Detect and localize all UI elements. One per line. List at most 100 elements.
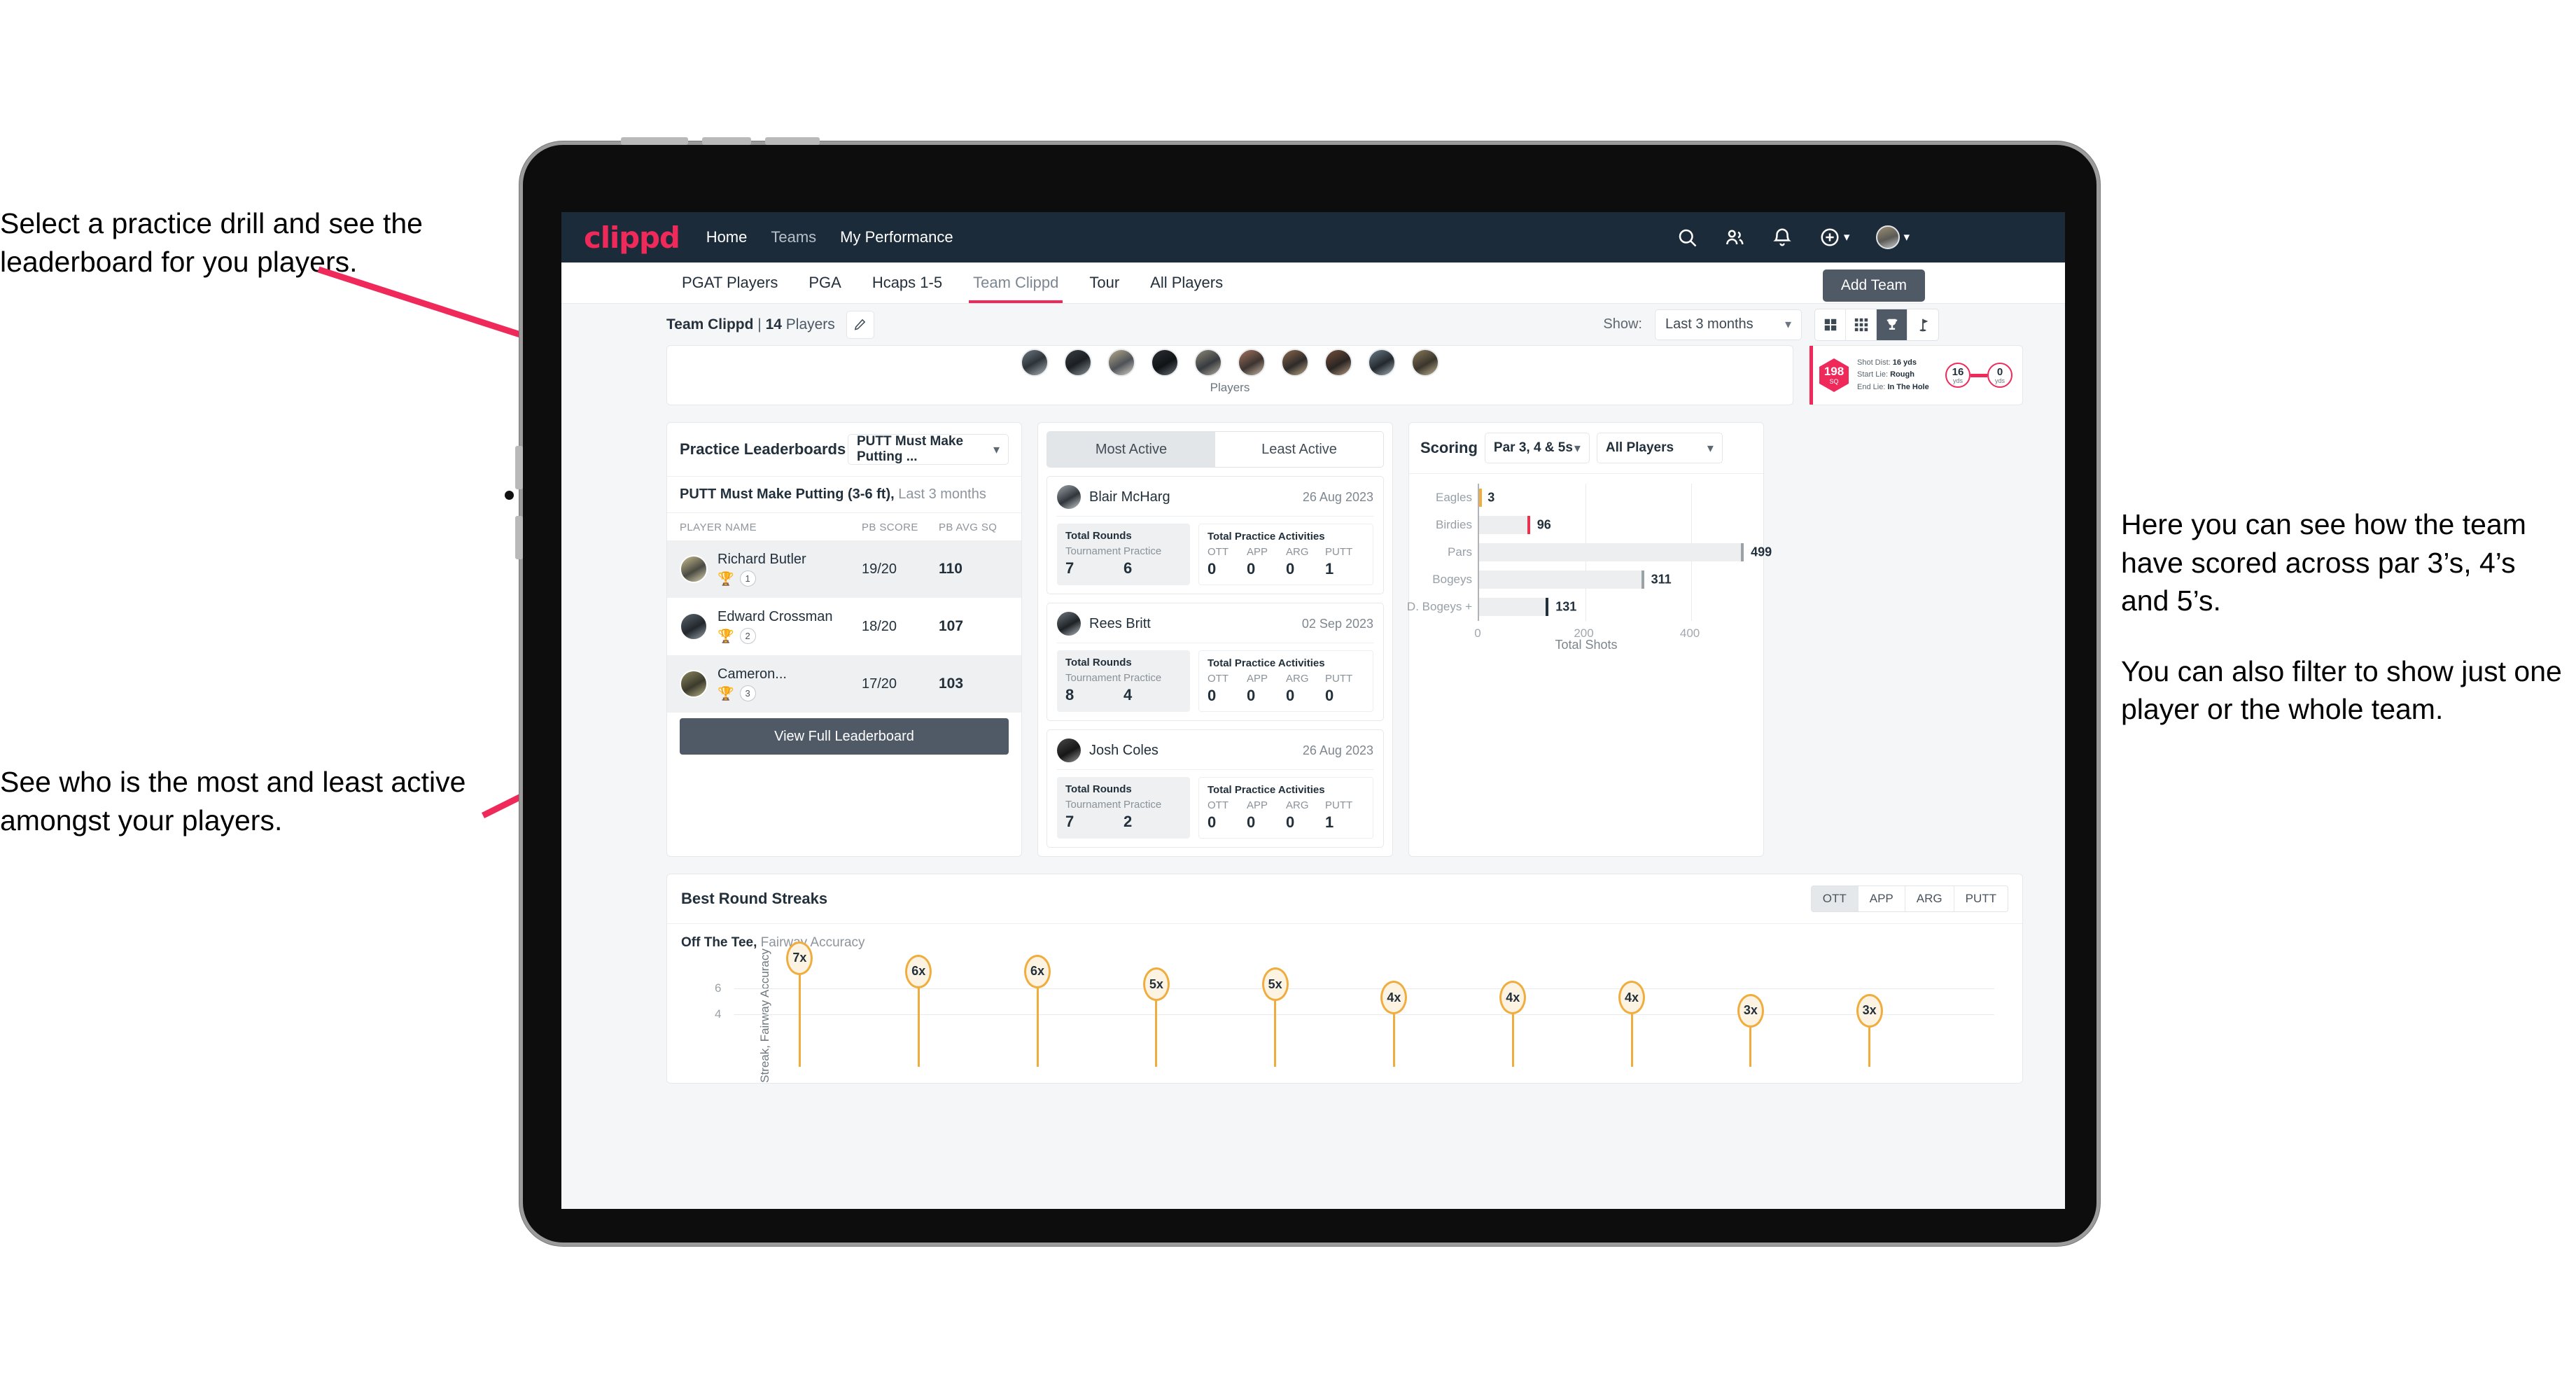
streaks-header: Best Round Streaks OTT APP ARG PUTT: [667, 874, 2022, 923]
bar-end-cap: [1741, 543, 1744, 561]
streak-bubble[interactable]: 6x: [905, 954, 932, 988]
tab-hcaps-1-5[interactable]: Hcaps 1-5: [857, 262, 958, 303]
dashboard-content: Players 198 SQ Shot Dist: 16 yds Start L…: [561, 345, 2065, 1084]
view-grid-large-button[interactable]: [1815, 309, 1846, 340]
avatar[interactable]: [1876, 225, 1900, 249]
user-menu[interactable]: ▾: [1876, 225, 1910, 249]
tab-all-players[interactable]: All Players: [1135, 262, 1238, 303]
player-avatar[interactable]: [1238, 349, 1266, 377]
player-avatar[interactable]: [1021, 349, 1049, 377]
people-icon[interactable]: [1724, 227, 1745, 248]
tab-pgat-players[interactable]: PGAT Players: [666, 262, 793, 303]
rounds-tournament: Tournament 7: [1065, 545, 1124, 578]
streak-bubble[interactable]: 7x: [786, 941, 813, 975]
nav-link-home[interactable]: Home: [706, 228, 748, 246]
streak-bubble[interactable]: 3x: [1737, 993, 1764, 1028]
tab-least-active[interactable]: Least Active: [1215, 432, 1383, 467]
practice-arg: ARG 0: [1286, 799, 1325, 832]
rounds-practice-label: Practice: [1124, 545, 1162, 557]
player-avatar[interactable]: [1324, 349, 1352, 377]
column-player-name: PLAYER NAME: [680, 522, 757, 533]
total-rounds-title: Total Rounds: [1065, 783, 1132, 795]
player-avatar[interactable]: [1281, 349, 1309, 377]
avatar: [1057, 612, 1081, 636]
tab-tour[interactable]: Tour: [1074, 262, 1135, 303]
add-menu[interactable]: ▾: [1819, 227, 1849, 248]
player-avatar[interactable]: [1194, 349, 1222, 377]
scoring-chart: Eagles 3 Birdies 96 Pars 499 Bogeys 311 D. Bogey…: [1407, 473, 1772, 655]
tablet-device: clippd Home Teams My Performance ▾ ▾ PGA…: [505, 137, 2100, 1246]
player-avatar[interactable]: [1411, 349, 1439, 377]
plus-circle-icon[interactable]: [1819, 227, 1840, 248]
pencil-icon: [855, 318, 866, 330]
par-filter-select[interactable]: Par 3, 4 & 5s ▾: [1484, 433, 1590, 463]
bar-value-label: 96: [1536, 517, 1551, 532]
chevron-down-icon: ▾: [1784, 317, 1791, 331]
end-lie-label: End Lie:: [1857, 382, 1886, 391]
player-filter-select[interactable]: All Players ▾: [1596, 433, 1723, 463]
bar-end-cap: [1527, 515, 1530, 534]
streak-stem: [1630, 1014, 1633, 1067]
player-avatar[interactable]: [1064, 349, 1092, 377]
streaks-tab-putt[interactable]: PUTT: [1954, 886, 2008, 911]
rank-badge: 2: [739, 628, 756, 644]
add-team-button[interactable]: Add Team: [1822, 270, 1925, 302]
player-avatar[interactable]: [1107, 349, 1135, 377]
streak-bubble[interactable]: 3x: [1856, 993, 1883, 1028]
search-icon[interactable]: [1676, 227, 1698, 248]
streak-bubble[interactable]: 5x: [1142, 967, 1170, 1002]
streak-bubble[interactable]: 4x: [1380, 981, 1408, 1014]
practice-putt: PUTT 1: [1325, 799, 1364, 832]
pb-avg-sq-value: 110: [939, 561, 962, 577]
edit-team-button[interactable]: [846, 310, 874, 339]
view-flag-button[interactable]: [1907, 309, 1938, 340]
tab-most-active[interactable]: Most Active: [1047, 432, 1215, 467]
bar-value-label: 499: [1751, 545, 1772, 559]
column-pb-avg-sq: PB AVG SQ: [939, 522, 997, 533]
table-row[interactable]: Richard Butler 🏆 1 19/20 110: [667, 540, 1021, 598]
bar-end-cap: [1641, 570, 1644, 589]
rounds-tournament-value: 8: [1065, 686, 1074, 704]
list-item[interactable]: Blair McHarg 26 Aug 2023 Total Rounds To…: [1046, 476, 1384, 594]
list-item[interactable]: Rees Britt 02 Sep 2023 Total Rounds Tour…: [1046, 603, 1384, 721]
player-avatar-row: [1021, 349, 1439, 377]
end-distance-value: 0: [1996, 365, 2003, 378]
player-avatar[interactable]: [1368, 349, 1396, 377]
list-item[interactable]: Josh Coles 26 Aug 2023 Total Rounds Tour…: [1046, 729, 1384, 848]
pb-avg-sq-value: 107: [939, 618, 964, 634]
nav-link-my-performance[interactable]: My Performance: [840, 228, 953, 246]
streak-bubble[interactable]: 4x: [1499, 981, 1527, 1014]
drill-select[interactable]: PUTT Must Make Putting ... ▾: [848, 434, 1009, 465]
streaks-tab-ott[interactable]: OTT: [1811, 886, 1858, 911]
streak-bubble[interactable]: 4x: [1618, 981, 1646, 1014]
bar-value-label: 311: [1651, 572, 1672, 587]
bar: [1479, 515, 1530, 534]
streak-bubble[interactable]: 6x: [1024, 954, 1051, 988]
x-tick-label: 400: [1679, 626, 1700, 640]
grid-large-icon: [1824, 318, 1836, 330]
practice-arg-value: 0: [1286, 687, 1295, 704]
streaks-tab-arg[interactable]: ARG: [1905, 886, 1954, 911]
view-full-leaderboard-button[interactable]: View Full Leaderboard: [680, 718, 1009, 755]
tab-team-clippd[interactable]: Team Clippd: [958, 262, 1074, 303]
date-range-select[interactable]: Last 3 months ▾: [1655, 309, 1802, 340]
y-tick-label: 4: [715, 1007, 722, 1021]
table-row[interactable]: Cameron... 🏆 3 17/20 103: [667, 655, 1021, 713]
team-toolbar: Team Clippd | 14 Players Show: Last 3 mo…: [561, 303, 2065, 345]
team-tabs: PGAT Players PGA Hcaps 1-5 Team Clippd T…: [561, 262, 2065, 303]
nav-link-teams[interactable]: Teams: [771, 228, 816, 246]
streaks-toggle-group: OTT APP ARG PUTT: [1810, 886, 2008, 912]
start-lie-label: Start Lie:: [1857, 370, 1889, 379]
bell-icon[interactable]: [1772, 227, 1793, 248]
table-row[interactable]: Edward Crossman 🏆 2 18/20 107: [667, 598, 1021, 655]
tab-pga[interactable]: PGA: [793, 262, 856, 303]
streaks-tab-app[interactable]: APP: [1858, 886, 1905, 911]
rounds-tournament-value: 7: [1065, 813, 1074, 830]
player-avatar[interactable]: [1151, 349, 1179, 377]
view-trophy-button[interactable]: [1877, 309, 1907, 340]
trophy-icon: [1886, 318, 1897, 330]
streak-bubble[interactable]: 5x: [1261, 967, 1289, 1002]
device-button-top-2: [702, 137, 751, 145]
view-grid-small-button[interactable]: [1846, 309, 1877, 340]
app-logo[interactable]: clippd: [584, 220, 680, 255]
